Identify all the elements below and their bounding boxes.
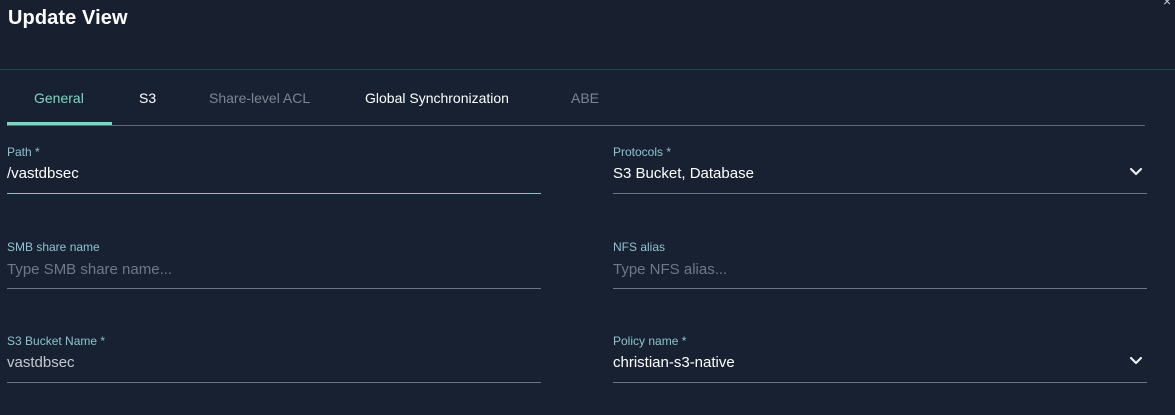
tab-general[interactable]: General	[34, 90, 84, 106]
path-label: Path *	[7, 145, 40, 159]
s3-bucket-name-field[interactable]: S3 Bucket Name * vastdbsec	[7, 334, 541, 384]
tab-share-level-acl: Share-level ACL	[209, 90, 311, 106]
chevron-down-icon[interactable]	[1129, 356, 1143, 366]
tab-bar: General S3 Share-level ACL Global Synchr…	[7, 70, 1145, 126]
protocols-select[interactable]: Protocols * S3 Bucket, Database	[613, 145, 1147, 195]
nfs-alias-label: NFS alias	[613, 240, 666, 254]
update-view-dialog: Update View × General S3 Share-level ACL…	[0, 0, 1175, 415]
smb-share-name-field[interactable]: SMB share name	[7, 240, 541, 290]
path-field[interactable]: Path * /vastdbsec	[7, 145, 541, 195]
nfs-alias-input[interactable]	[613, 257, 1133, 281]
smb-share-name-label: SMB share name	[7, 240, 100, 254]
tab-global-synchronization[interactable]: Global Synchronization	[365, 90, 509, 106]
tab-abe: ABE	[571, 90, 600, 106]
s3-bucket-name-label: S3 Bucket Name *	[7, 334, 106, 348]
tab-s3[interactable]: S3	[139, 90, 156, 106]
path-value[interactable]: /vastdbsec	[7, 165, 79, 182]
nfs-alias-field[interactable]: NFS alias	[613, 240, 1147, 290]
s3-bucket-name-value[interactable]: vastdbsec	[7, 354, 75, 371]
protocols-label: Protocols *	[613, 145, 672, 159]
s3-bucket-name-underline	[7, 382, 541, 383]
path-underline	[7, 193, 541, 194]
close-icon[interactable]: ×	[1163, 0, 1175, 8]
policy-name-value[interactable]: christian-s3-native	[613, 354, 735, 371]
nfs-alias-underline	[613, 288, 1147, 289]
smb-share-name-input[interactable]	[7, 257, 527, 281]
protocols-value[interactable]: S3 Bucket, Database	[613, 165, 754, 182]
smb-share-name-underline	[7, 288, 541, 289]
dialog-title: Update View	[8, 7, 128, 29]
dialog-header: Update View ×	[0, 0, 1175, 69]
protocols-underline	[613, 193, 1147, 194]
policy-name-underline	[613, 382, 1147, 383]
active-tab-indicator	[7, 122, 112, 125]
policy-name-label: Policy name *	[613, 334, 687, 348]
policy-name-select[interactable]: Policy name * christian-s3-native	[613, 334, 1147, 384]
chevron-down-icon[interactable]	[1129, 167, 1143, 177]
